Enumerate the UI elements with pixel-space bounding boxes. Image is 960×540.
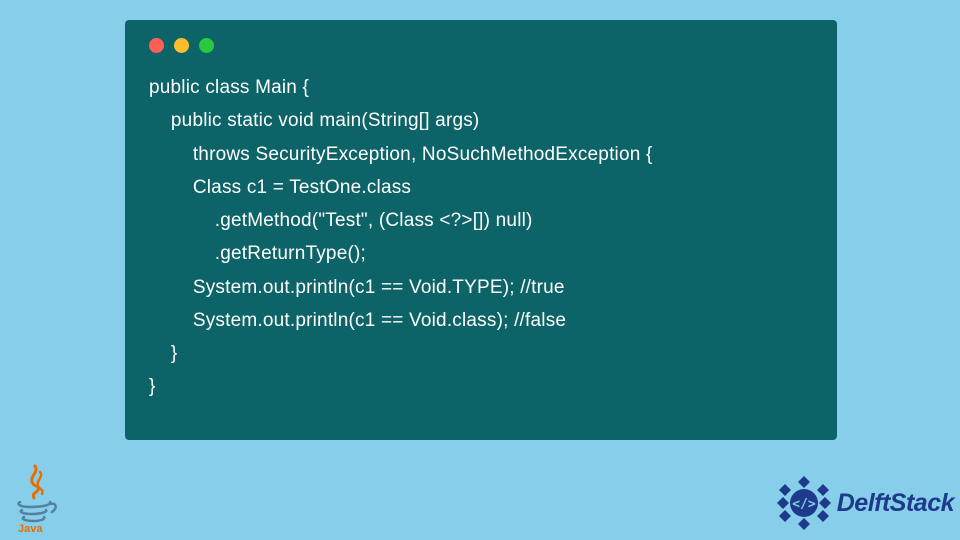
java-logo-icon: Java xyxy=(12,464,58,534)
maximize-icon xyxy=(199,38,214,53)
minimize-icon xyxy=(174,38,189,53)
svg-text:Java: Java xyxy=(18,523,43,534)
code-block: public class Main { public static void m… xyxy=(149,71,813,404)
window-controls xyxy=(149,38,813,53)
delftstack-icon: </> xyxy=(775,474,833,532)
delftstack-logo: </> DelftStack xyxy=(775,474,954,532)
code-window: public class Main { public static void m… xyxy=(125,20,837,440)
close-icon xyxy=(149,38,164,53)
svg-text:</>: </> xyxy=(792,497,816,512)
delftstack-label: DelftStack xyxy=(837,489,954,518)
